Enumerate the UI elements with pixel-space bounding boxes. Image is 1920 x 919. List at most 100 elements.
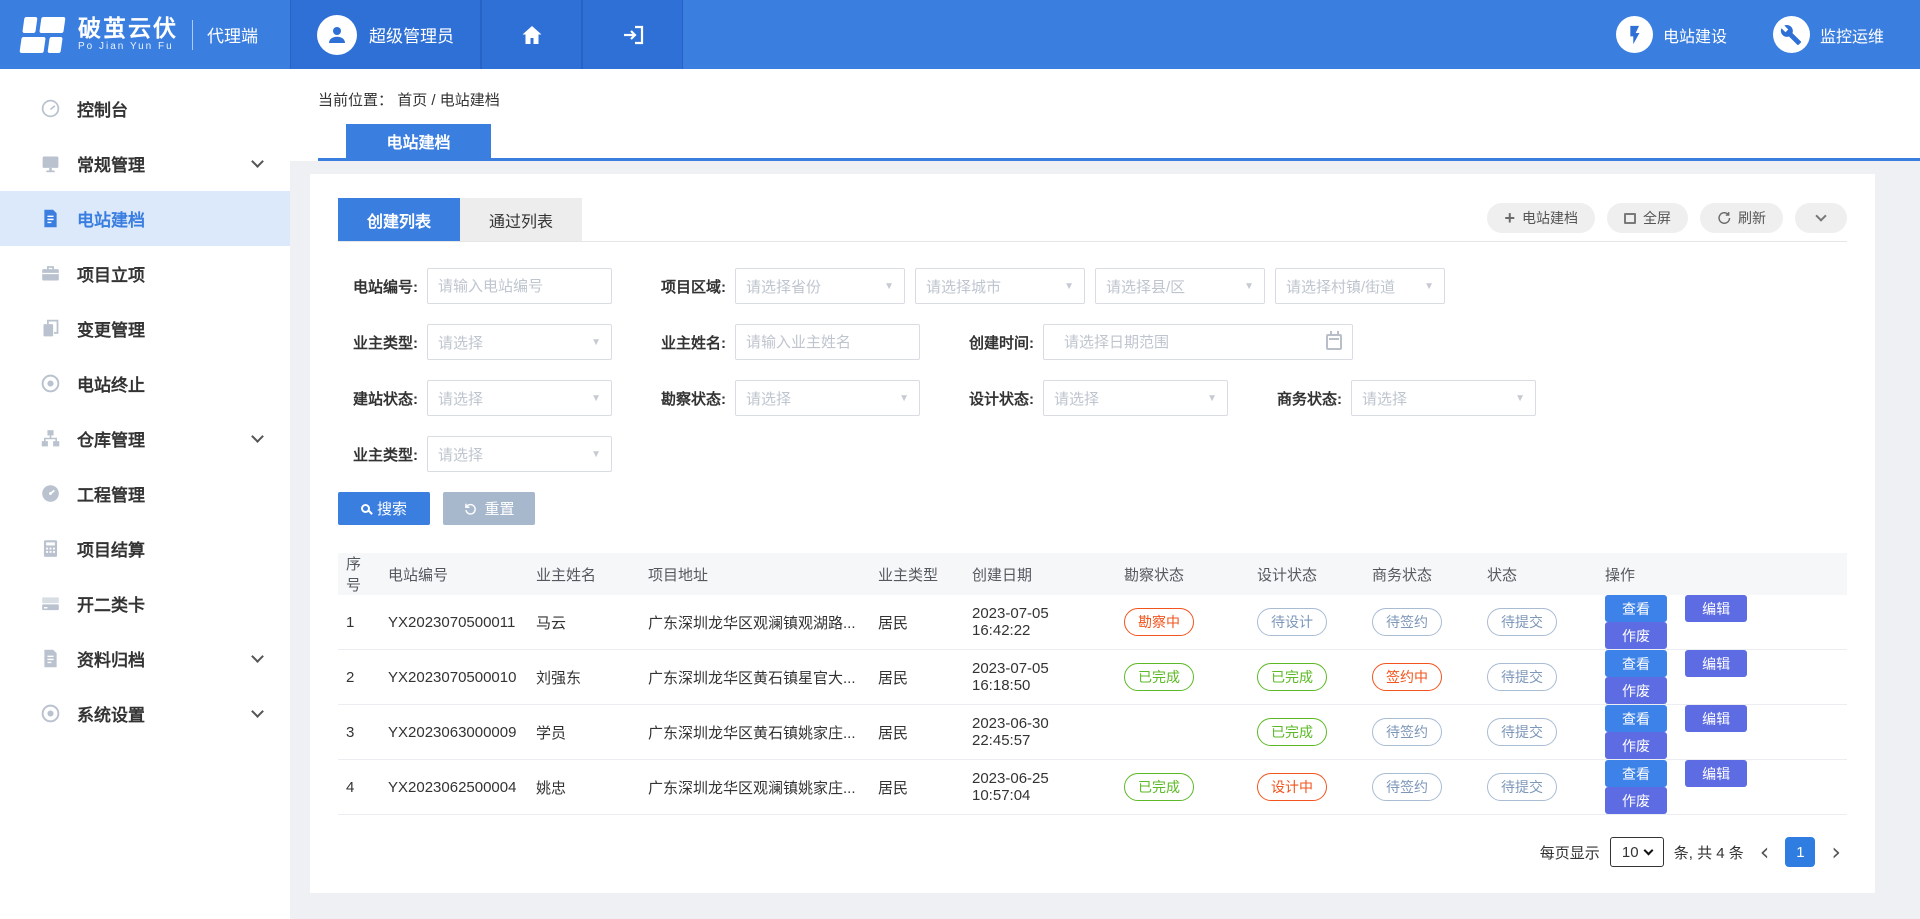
date-range-picker[interactable]	[1043, 324, 1353, 360]
view-button[interactable]: 查看	[1605, 760, 1667, 787]
cell-created-date: 2023-06-30 22:45:57	[964, 705, 1116, 760]
cell-created-date: 2023-06-25 10:57:04	[964, 760, 1116, 815]
owner-name-label: 业主姓名:	[646, 332, 726, 353]
county-select[interactable]: 请选择县/区▼	[1095, 268, 1265, 304]
sidebar-item-type2-card[interactable]: 开二类卡	[0, 576, 290, 631]
cell-station-code: YX2023070500010	[380, 650, 528, 705]
per-page-select[interactable]: 10	[1610, 837, 1664, 867]
design-status-badge: 已完成	[1257, 718, 1327, 746]
sidebar-item-system-settings[interactable]: 系统设置	[0, 686, 290, 741]
caret-down-icon: ▼	[1064, 281, 1074, 292]
void-button[interactable]: 作废	[1605, 677, 1667, 704]
home-button[interactable]	[481, 0, 582, 69]
build-status-select[interactable]: 请选择▼	[427, 380, 612, 416]
circle-dot-icon	[40, 703, 61, 724]
view-button[interactable]: 查看	[1605, 650, 1667, 677]
void-button[interactable]: 作废	[1605, 787, 1667, 814]
cell-owner-type: 居民	[870, 595, 964, 650]
edit-button[interactable]: 编辑	[1685, 705, 1747, 732]
business-status-badge: 待签约	[1372, 773, 1442, 801]
edit-button[interactable]: 编辑	[1685, 760, 1747, 787]
station-code-input[interactable]	[427, 268, 612, 304]
sidebar-item-data-archive[interactable]: 资料归档	[0, 631, 290, 686]
fullscreen-button[interactable]: 全屏	[1607, 203, 1688, 233]
sidebar-item-project-initiation[interactable]: 项目立项	[0, 246, 290, 301]
col-business-status: 商务状态	[1364, 553, 1479, 595]
chevron-down-icon	[251, 155, 264, 168]
brand-portal-label: 代理端	[207, 22, 258, 47]
sidebar-item-engineering-mgmt[interactable]: 工程管理	[0, 466, 290, 521]
refresh-button[interactable]: 刷新	[1700, 203, 1783, 233]
city-select[interactable]: 请选择城市▼	[915, 268, 1085, 304]
cell-project-address: 广东深圳龙华区黄石镇姚家庄...	[640, 705, 870, 760]
tab-passed-list[interactable]: 通过列表	[460, 198, 582, 241]
document-icon	[40, 648, 61, 669]
cell-owner-type: 居民	[870, 760, 964, 815]
town-select[interactable]: 请选择村镇/街道▼	[1275, 268, 1445, 304]
survey-status-badge: 勘察中	[1124, 608, 1194, 636]
sidebar-item-station-termination[interactable]: 电站终止	[0, 356, 290, 411]
col-created-date: 创建日期	[964, 553, 1116, 595]
pagination: 每页显示 10 条, 共 4 条 ‹ 1 ›	[338, 837, 1847, 867]
sidebar-item-general-mgmt[interactable]: 常规管理	[0, 136, 290, 191]
nav-monitoring-ops[interactable]: 监控运维	[1773, 16, 1884, 53]
caret-down-icon: ▼	[1207, 393, 1217, 404]
logout-button[interactable]	[582, 0, 683, 69]
current-user[interactable]: 超级管理员	[290, 0, 481, 69]
cell-project-address: 广东深圳龙华区观澜镇观湖路...	[640, 595, 870, 650]
chevron-down-icon	[251, 705, 264, 718]
cell-created-date: 2023-07-05 16:42:22	[964, 595, 1116, 650]
collapse-toolbar-button[interactable]	[1795, 203, 1847, 233]
dashboard-icon	[40, 483, 61, 504]
view-button[interactable]: 查看	[1605, 705, 1667, 732]
province-select[interactable]: 请选择省份▼	[735, 268, 905, 304]
design-status-select[interactable]: 请选择▼	[1043, 380, 1228, 416]
survey-status-label: 勘察状态:	[646, 388, 726, 409]
calculator-icon	[40, 538, 61, 559]
owner-type2-label: 业主类型:	[338, 444, 418, 465]
lightning-icon	[1616, 16, 1653, 53]
business-status-select[interactable]: 请选择▼	[1351, 380, 1536, 416]
survey-status-badge: 已完成	[1124, 663, 1194, 691]
business-status-label: 商务状态:	[1262, 388, 1342, 409]
reset-button[interactable]: 重置	[443, 492, 535, 525]
owner-type-label: 业主类型:	[338, 332, 418, 353]
caret-down-icon: ▼	[591, 393, 601, 404]
tab-create-list[interactable]: 创建列表	[338, 198, 460, 241]
gauge-icon	[40, 98, 61, 119]
date-range-input[interactable]	[1054, 326, 1294, 358]
survey-status-select[interactable]: 请选择▼	[735, 380, 920, 416]
owner-name-input[interactable]	[735, 324, 920, 360]
owner-type2-select[interactable]: 请选择▼	[427, 436, 612, 472]
breadcrumb-label: 当前位置：	[318, 92, 393, 109]
sidebar-item-warehouse-mgmt[interactable]: 仓库管理	[0, 411, 290, 466]
prev-page-button[interactable]: ‹	[1754, 840, 1776, 864]
edit-button[interactable]: 编辑	[1685, 595, 1747, 622]
chevron-down-icon	[1815, 210, 1826, 221]
build-status-label: 建站状态:	[338, 388, 418, 409]
sidebar: 控制台 常规管理 电站建档 项目立项 变更管理 电站终止 仓库管理	[0, 69, 290, 919]
add-station-button[interactable]: + 电站建档	[1487, 203, 1595, 233]
page-tab-station-filing[interactable]: 电站建档	[346, 124, 491, 158]
sidebar-item-console[interactable]: 控制台	[0, 81, 290, 136]
monitor-icon	[40, 153, 61, 174]
sidebar-item-station-filing[interactable]: 电站建档	[0, 191, 290, 246]
page-number-current[interactable]: 1	[1785, 837, 1815, 867]
next-page-button[interactable]: ›	[1825, 840, 1847, 864]
void-button[interactable]: 作废	[1605, 732, 1667, 759]
sidebar-item-project-settlement[interactable]: 项目结算	[0, 521, 290, 576]
edit-button[interactable]: 编辑	[1685, 650, 1747, 677]
void-button[interactable]: 作废	[1605, 622, 1667, 649]
calendar-icon	[1326, 334, 1342, 350]
owner-type-select[interactable]: 请选择▼	[427, 324, 612, 360]
caret-down-icon: ▼	[1424, 281, 1434, 292]
cell-no: 3	[338, 705, 380, 760]
cell-owner-name: 刘强东	[528, 650, 640, 705]
col-owner-name: 业主姓名	[528, 553, 640, 595]
user-name: 超级管理员	[369, 22, 454, 47]
view-button[interactable]: 查看	[1605, 595, 1667, 622]
nav-station-construction[interactable]: 电站建设	[1616, 16, 1727, 53]
search-button[interactable]: 搜索	[338, 492, 430, 525]
sidebar-item-change-mgmt[interactable]: 变更管理	[0, 301, 290, 356]
pages-icon	[40, 318, 61, 339]
